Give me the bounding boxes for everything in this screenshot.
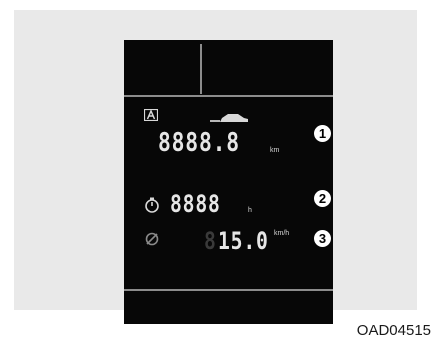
lcd-divider-top (124, 95, 333, 97)
drive-time-unit: h (248, 207, 252, 214)
image-code: OAD04515 (356, 322, 431, 339)
fuel-economy-icon (145, 232, 159, 246)
lcd-divider-bottom (124, 289, 333, 291)
fuel-economy-ghost-digit: 8 (204, 227, 217, 255)
lcd-divider-vertical (200, 44, 202, 94)
timer-icon (145, 197, 159, 213)
fuel-economy-unit: km/h (274, 230, 290, 237)
odometer-unit: km (270, 147, 280, 154)
a-badge-icon (144, 109, 158, 121)
callout-1: 1 (314, 125, 331, 142)
drive-time-value: 8888 (170, 190, 221, 218)
callout-2: 2 (314, 190, 331, 207)
car-icon (210, 114, 248, 122)
callout-3: 3 (314, 230, 331, 247)
fuel-economy-value: 15.0 (218, 227, 269, 255)
lcd-display: 8888.8 km 8888 h 8 15.0 km/h (124, 40, 333, 324)
odometer-value: 8888.8 (158, 128, 240, 158)
